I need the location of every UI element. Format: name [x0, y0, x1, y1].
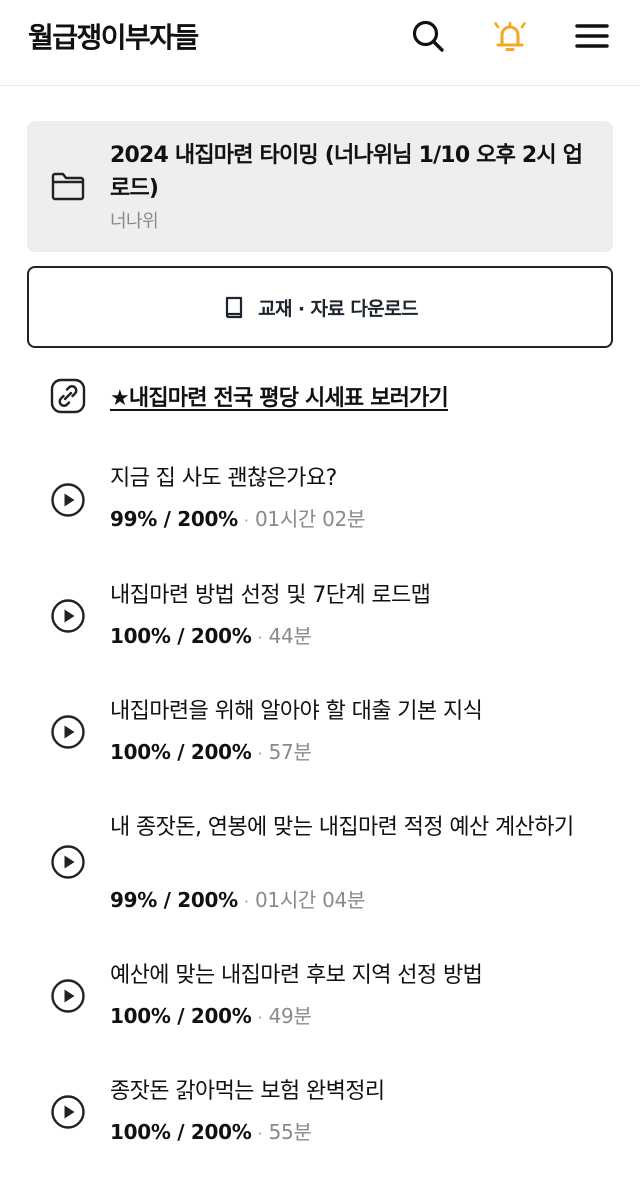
- download-materials-button[interactable]: 교재 · 자료 다운로드: [27, 266, 613, 348]
- lesson-meta: 100% / 200% · 49분: [110, 1000, 312, 1029]
- lesson-item[interactable]: 예산에 맞는 내집마련 후보 지역 선정 방법 100% / 200% · 49분: [0, 959, 640, 1059]
- lesson-progress: 99% / 200%: [110, 888, 238, 912]
- lesson-duration: 01시간 04분: [254, 888, 366, 912]
- lesson-item[interactable]: 종잣돈 갉아먹는 보험 완벽정리 100% / 200% · 55분: [0, 1075, 640, 1175]
- lesson-title: 내 종잣돈, 연봉에 맞는 내집마련 적정 예산 계산하기: [110, 815, 574, 840]
- lesson-item[interactable]: 지금 집 사도 괜찮은가요? 99% / 200% · 01시간 02분: [0, 462, 640, 562]
- lesson-title: 지금 집 사도 괜찮은가요?: [110, 466, 337, 491]
- lesson-progress: 99% / 200%: [110, 507, 238, 531]
- play-icon[interactable]: [50, 978, 86, 1014]
- search-icon[interactable]: [410, 18, 446, 54]
- meta-separator: ·: [257, 744, 263, 763]
- lesson-progress: 100% / 200%: [110, 624, 252, 648]
- lesson-item[interactable]: 내 종잣돈, 연봉에 맞는 내집마련 적정 예산 계산하기 99% / 200%…: [0, 811, 640, 931]
- lesson-title: 종잣돈 갉아먹는 보험 완벽정리: [110, 1079, 385, 1104]
- folder-icon: [51, 171, 85, 201]
- lesson-duration: 01시간 02분: [254, 507, 366, 531]
- play-icon[interactable]: [50, 714, 86, 750]
- meta-separator: ·: [243, 511, 249, 530]
- lesson-title: 내집마련을 위해 알아야 할 대출 기본 지식: [110, 699, 483, 724]
- lesson-meta: 100% / 200% · 57분: [110, 736, 312, 765]
- folder-card: 2024 내집마련 타이밍 (너나위님 1/10 오후 2시 업로드) 너나위: [27, 121, 613, 252]
- folder-author: 너나위: [110, 211, 159, 232]
- lesson-duration: 57분: [268, 740, 312, 764]
- lesson-progress: 100% / 200%: [110, 740, 252, 764]
- folder-title: 2024 내집마련 타이밍 (너나위님 1/10 오후 2시 업로드): [110, 143, 583, 201]
- bell-icon[interactable]: [492, 18, 528, 54]
- meta-separator: ·: [257, 1008, 263, 1027]
- price-table-link-row[interactable]: ★내집마련 전국 평당 시세표 보러가기: [0, 370, 640, 426]
- play-icon[interactable]: [50, 482, 86, 518]
- top-header: 월급쟁이부자들: [0, 0, 640, 86]
- lesson-duration: 49분: [268, 1004, 312, 1028]
- link-icon: [50, 378, 86, 414]
- hamburger-menu-icon[interactable]: [574, 18, 610, 54]
- lesson-duration: 44분: [268, 624, 312, 648]
- play-icon[interactable]: [50, 844, 86, 880]
- meta-separator: ·: [243, 892, 249, 911]
- lesson-item[interactable]: 내집마련을 위해 알아야 할 대출 기본 지식 100% / 200% · 57분: [0, 695, 640, 795]
- download-materials-label: 교재 · 자료 다운로드: [258, 297, 418, 320]
- price-table-link[interactable]: ★내집마련 전국 평당 시세표 보러가기: [110, 380, 449, 412]
- lesson-meta: 100% / 200% · 55분: [110, 1116, 312, 1145]
- app-logo[interactable]: 월급쟁이부자들: [28, 16, 199, 56]
- lesson-title: 예산에 맞는 내집마련 후보 지역 선정 방법: [110, 963, 483, 988]
- lesson-meta: 99% / 200% · 01시간 02분: [110, 503, 365, 532]
- lesson-duration: 55분: [268, 1120, 312, 1144]
- lesson-progress: 100% / 200%: [110, 1004, 252, 1028]
- play-icon[interactable]: [50, 1094, 86, 1130]
- meta-separator: ·: [257, 1124, 263, 1143]
- lesson-title: 내집마련 방법 선정 및 7단계 로드맵: [110, 583, 431, 608]
- play-icon[interactable]: [50, 598, 86, 634]
- lesson-meta: 100% / 200% · 44분: [110, 620, 312, 649]
- lesson-progress: 100% / 200%: [110, 1120, 252, 1144]
- book-icon: [222, 295, 246, 319]
- meta-separator: ·: [257, 628, 263, 647]
- lesson-item[interactable]: 내집마련 방법 선정 및 7단계 로드맵 100% / 200% · 44분: [0, 579, 640, 679]
- lesson-meta: 99% / 200% · 01시간 04분: [110, 884, 365, 913]
